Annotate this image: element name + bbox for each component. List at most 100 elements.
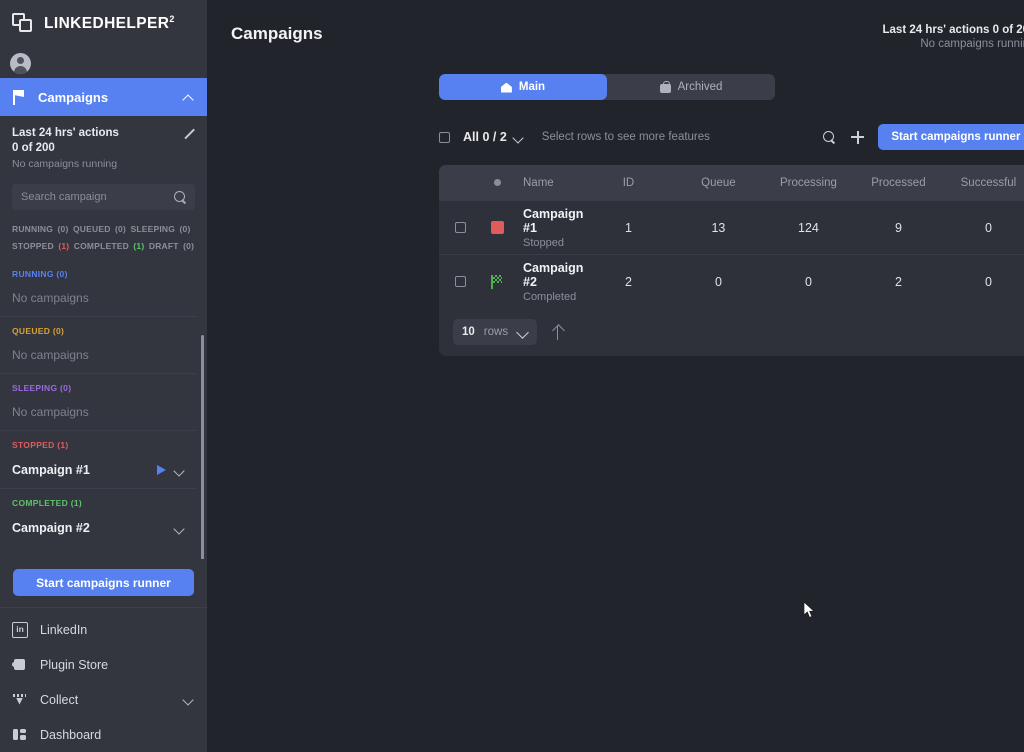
row-processing: 0 — [763, 275, 853, 289]
sidebar-item-collect-label: Collect — [40, 693, 171, 707]
rows-per-page-dropdown[interactable]: 10 rows — [453, 319, 537, 345]
brand-name: LINKEDHELPER2 — [44, 14, 175, 33]
search-campaign-input[interactable]: Search campaign — [12, 184, 195, 210]
quota-title: Last 24 hrs' actions — [12, 126, 195, 141]
runner-button-wrap: Start campaigns runner — [0, 559, 207, 607]
header-id[interactable]: ID — [583, 177, 673, 189]
row-processing: 124 — [763, 221, 853, 235]
list-item[interactable]: Campaign #1 — [12, 463, 185, 477]
legend-name-stopped: STOPPED — [12, 241, 54, 251]
flag-icon — [12, 90, 27, 105]
row-name-cell: Campaign #1 Stopped — [513, 207, 583, 249]
chevron-up-icon[interactable] — [183, 92, 194, 103]
campaigns-table: Name ID Queue Processing Processed Succe… — [439, 165, 1024, 356]
sidebar-item-campaigns[interactable]: Campaigns — [0, 78, 207, 116]
legend-name-draft: DRAFT — [149, 241, 179, 251]
row-checkbox-cell — [439, 276, 481, 287]
search-icon[interactable] — [174, 191, 186, 203]
sidebar: LINKEDHELPER2 Campaigns Last 24 hrs' act… — [0, 0, 207, 752]
row-processed: 2 — [853, 275, 943, 289]
status-legend: RUNNING (0) QUEUED (0) SLEEPING (0) STOP… — [0, 210, 207, 260]
legend-name-queued: QUEUED — [73, 224, 111, 234]
chevron-down-icon[interactable] — [517, 326, 528, 339]
main-header: Campaigns Last 24 hrs' actions 0 of 200 … — [207, 0, 1024, 50]
avatar-row — [0, 48, 207, 78]
campaign-group-sleeping: SLEEPING (0) No campaigns — [0, 373, 197, 430]
row-campaign-name: Campaign #2 — [523, 261, 583, 289]
header-processing[interactable]: Processing — [763, 177, 853, 189]
tab-main[interactable]: Main — [439, 74, 607, 100]
group-head-completed: COMPLETED (1) — [12, 498, 185, 508]
status-dot-icon — [494, 179, 501, 186]
row-successful: 0 — [943, 221, 1024, 235]
group-head-sleeping: SLEEPING (0) — [12, 383, 185, 393]
select-all-checkbox[interactable] — [439, 132, 450, 143]
row-name-cell: Campaign #2 Completed — [513, 261, 583, 303]
header-quota-line2: No campaigns running — [883, 38, 1024, 50]
sidebar-item-plugin-store[interactable]: Plugin Store — [0, 647, 207, 682]
header-queue[interactable]: Queue — [673, 177, 763, 189]
rows-per-page-value: 10 — [462, 326, 475, 338]
plus-icon[interactable] — [851, 131, 864, 144]
sidebar-item-linkedin[interactable]: LinkedIn — [0, 612, 207, 647]
sidebar-scrollbar[interactable] — [201, 335, 204, 559]
puzzle-piece-icon — [12, 657, 28, 673]
search-campaign-placeholder: Search campaign — [21, 191, 174, 203]
campaign-group-queued: QUEUED (0) No campaigns — [0, 316, 197, 373]
play-icon[interactable] — [157, 465, 166, 475]
legend-count-queued: (0) — [115, 224, 126, 234]
rows-per-page-unit: rows — [484, 326, 508, 338]
selection-dropdown[interactable]: All 0 / 2 — [463, 130, 524, 144]
chevron-down-icon[interactable] — [174, 523, 185, 534]
sidebar-item-collect[interactable]: Collect — [0, 682, 207, 717]
tab-main-label: Main — [519, 81, 545, 93]
campaign-group-running: RUNNING (0) No campaigns — [0, 260, 197, 316]
header-processed[interactable]: Processed — [853, 177, 943, 189]
selection-prefix: All — [463, 130, 479, 144]
list-item[interactable]: Campaign #2 — [12, 521, 185, 535]
row-status-cell — [481, 221, 513, 234]
header-quota: Last 24 hrs' actions 0 of 200 No campaig… — [883, 24, 1024, 50]
pencil-icon[interactable] — [182, 128, 195, 141]
tab-archived-label: Archived — [678, 81, 723, 93]
mouse-cursor — [804, 602, 816, 620]
toolbar-hint: Select rows to see more features — [542, 131, 824, 143]
page-title: Campaigns — [231, 24, 323, 50]
legend-count-sleeping: (0) — [180, 224, 191, 234]
arrow-up-icon[interactable] — [551, 325, 564, 340]
quota-block: Last 24 hrs' actions 0 of 200 No campaig… — [0, 116, 207, 176]
table-row[interactable]: Campaign #2 Completed 2 0 0 2 0 — [439, 254, 1024, 308]
table-row[interactable]: Campaign #1 Stopped 1 13 124 9 0 — [439, 200, 1024, 254]
start-campaigns-runner-button-top[interactable]: Start campaigns runner — [878, 124, 1024, 150]
row-checkbox[interactable] — [455, 276, 466, 287]
row-status-cell — [481, 275, 513, 289]
row-queue: 0 — [673, 275, 763, 289]
chevron-down-icon[interactable] — [183, 694, 194, 705]
start-campaigns-runner-button[interactable]: Start campaigns runner — [13, 569, 194, 596]
header-name[interactable]: Name — [513, 177, 583, 189]
sidebar-item-dashboard[interactable]: Dashboard — [0, 717, 207, 752]
tab-archived[interactable]: Archived — [607, 74, 775, 100]
campaign-name: Campaign #1 — [12, 463, 149, 477]
chevron-down-icon[interactable] — [513, 132, 524, 143]
row-successful: 0 — [943, 275, 1024, 289]
row-processed: 9 — [853, 221, 943, 235]
bottom-nav: LinkedIn Plugin Store Collect Dashboard — [0, 607, 207, 752]
quota-subtext: No campaigns running — [12, 157, 195, 172]
header-successful[interactable]: Successful — [943, 177, 1024, 189]
row-checkbox[interactable] — [455, 222, 466, 233]
legend-count-running: (0) — [58, 224, 69, 234]
brand: LINKEDHELPER2 — [0, 0, 207, 48]
search-icon[interactable] — [823, 131, 835, 143]
legend-count-draft: (0) — [183, 241, 194, 251]
table-header-row: Name ID Queue Processing Processed Succe… — [439, 165, 1024, 200]
chevron-down-icon[interactable] — [174, 465, 185, 476]
funnel-collect-icon — [12, 692, 28, 708]
lock-icon — [660, 82, 671, 93]
header-quota-line1: Last 24 hrs' actions 0 of 200 — [883, 24, 1024, 36]
user-avatar-icon[interactable] — [10, 53, 31, 74]
dashboard-grid-icon — [12, 727, 28, 743]
stopped-square-icon — [491, 221, 504, 234]
campaign-groups-scroll[interactable]: RUNNING (0) No campaigns QUEUED (0) No c… — [0, 260, 207, 559]
header-status-cell — [481, 179, 513, 186]
